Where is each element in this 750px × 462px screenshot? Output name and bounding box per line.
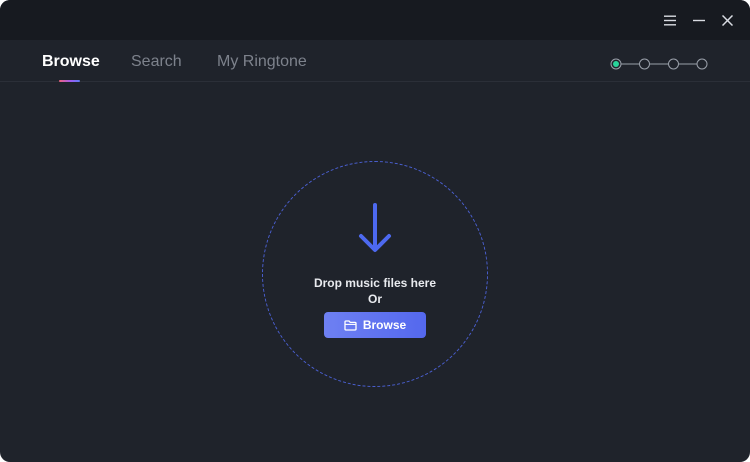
menu-button[interactable] xyxy=(658,8,682,32)
tab-browse[interactable]: Browse xyxy=(42,53,100,71)
download-arrow-icon xyxy=(359,203,391,252)
browse-button-label: Browse xyxy=(362,318,407,332)
drop-zone[interactable] xyxy=(262,161,488,387)
app-window: Browse Search My Ringtone Drop music fil… xyxy=(0,0,750,462)
close-icon xyxy=(721,14,733,26)
menu-icon xyxy=(664,15,676,25)
active-tab-indicator xyxy=(59,80,80,82)
title-bar xyxy=(0,0,750,40)
step-4-dot xyxy=(696,58,708,70)
minimize-button[interactable] xyxy=(687,8,711,32)
folder-icon xyxy=(344,319,357,331)
step-2-dot xyxy=(639,58,650,70)
step-3-dot xyxy=(668,58,679,70)
step-progress-indicator xyxy=(610,58,708,70)
browse-button[interactable]: Browse xyxy=(324,312,426,338)
or-text: Or xyxy=(367,292,382,306)
minimize-icon xyxy=(693,19,705,21)
step-1-active-dot xyxy=(613,61,619,67)
tab-my-ringtone[interactable]: My Ringtone xyxy=(217,53,307,71)
drop-instruction-text: Drop music files here xyxy=(313,276,437,290)
tab-search[interactable]: Search xyxy=(131,53,182,71)
close-button[interactable] xyxy=(715,8,739,32)
